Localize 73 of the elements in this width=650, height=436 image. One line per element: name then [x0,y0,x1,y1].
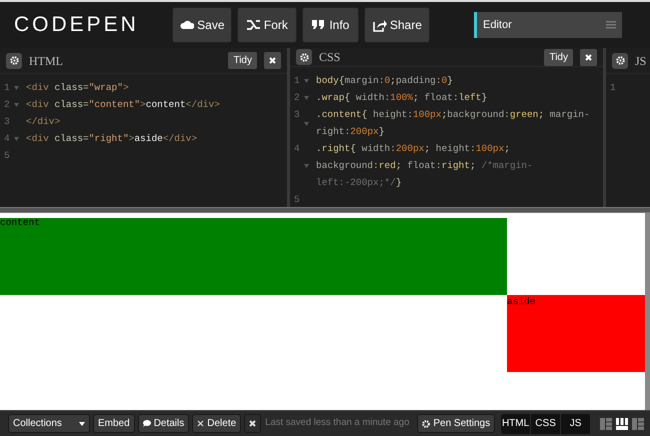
settings-button[interactable] [612,52,628,68]
menu-icon [606,21,616,29]
cloud-icon [179,18,194,32]
settings-icon [10,56,18,65]
line-number: 5 [294,193,301,207]
line-number: 4 [4,132,11,146]
content-label: content [0,218,40,228]
fork-button[interactable]: Fork [236,7,297,43]
panel-title: JS [635,52,646,70]
caret-icon [79,422,85,426]
fold-arrow-icon [14,86,19,90]
tidy-button[interactable]: Tidy [228,52,257,69]
details-button[interactable]: Details [138,414,190,433]
settings-button[interactable] [296,49,312,65]
settings-icon [422,420,430,428]
fold-arrow-icon [304,164,309,168]
code-line: <div class="content">content</div> [26,98,220,112]
code-line: body{margin:0;padding:0} [316,74,453,88]
pen-settings-button[interactable]: Pen Settings [417,414,496,433]
save-status: Last saved less than a minute ago [265,416,410,430]
layout-button[interactable] [616,418,628,430]
code-line: </div> [26,115,60,129]
fold-arrow-icon [14,103,19,107]
line-number: 4 [294,142,301,156]
line-number: 3 [4,115,11,129]
panel-title: CSS [319,49,340,66]
fold-arrow-icon [304,96,309,100]
line-number: 1 [294,74,301,88]
settings-icon [300,52,308,62]
code-line: .content{ height:100px;background:green; margin-right:200px} [316,108,591,139]
editor-toggle[interactable]: JS [561,414,592,434]
layout-icon [632,418,644,430]
fork-icon [246,18,261,32]
tidy-button[interactable]: Tidy [544,48,573,66]
line-number: 5 [4,149,11,163]
settings-button[interactable] [6,52,22,68]
editor-toggle[interactable]: HTML [501,414,532,434]
close-icon [249,420,256,427]
quote-icon [311,18,326,32]
fold-arrow-icon [304,79,309,83]
settings-icon [616,56,624,65]
share-button[interactable]: Share [364,7,430,43]
view-selector[interactable]: Editor [474,12,622,38]
delete-button[interactable]: Delete [192,414,242,433]
share-icon [372,18,387,32]
line-number: 1 [610,81,617,95]
line-number: 1 [4,81,11,95]
close-icon [585,54,592,60]
line-number: 2 [294,91,301,105]
embed-button[interactable]: Embed [93,414,135,433]
save-button[interactable]: Save [172,7,232,43]
code-line: <div class="right">aside</div> [26,132,198,146]
dismiss-button[interactable] [244,414,262,433]
code-line: .right{ width:200px; height:100px; background:red; float:right; /*margin-left:-200px;*/} [316,142,534,190]
close-icon [269,57,276,64]
aside-label: aside [507,297,536,306]
code-line: .wrap{ width:100%; float:left} [316,91,488,105]
collections-dropdown[interactable]: Collections [8,414,90,433]
speech-bubble-icon [142,420,151,427]
fold-arrow-icon [14,137,19,141]
close-button[interactable] [264,52,281,69]
editor-toggle[interactable]: CSS [531,414,562,434]
panel-title: HTML [29,52,63,70]
line-number: 2 [4,98,11,112]
close-button[interactable] [580,48,597,66]
line-number: 3 [294,108,301,122]
codepen-logo: CODEPEN [14,12,139,38]
layout-icon [600,418,612,430]
info-button[interactable]: Info [302,7,359,43]
layout-icon [616,418,628,430]
code-line: <div class="wrap"> [26,81,129,95]
fold-arrow-icon [304,122,309,126]
close-icon [197,420,204,427]
